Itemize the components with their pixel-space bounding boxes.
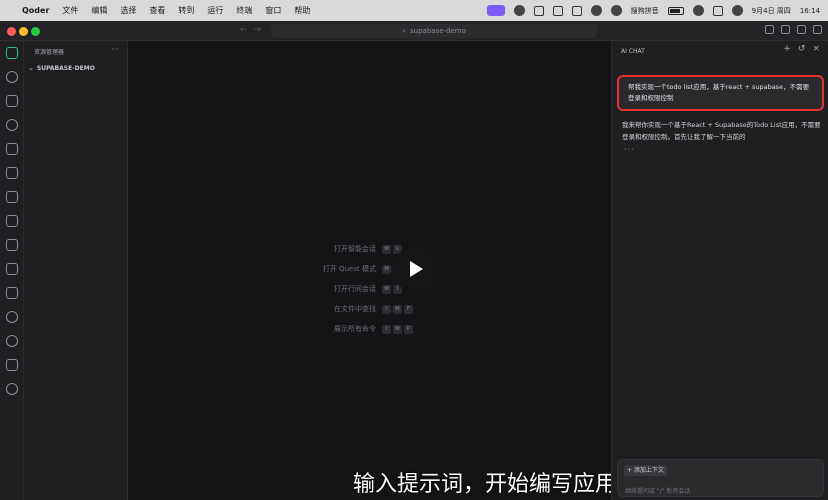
macos-menubar: Qoder 文件 编辑 选择 查看 转到 运行 终端 窗口 帮助 搜狗拼音 9月… <box>0 0 828 21</box>
assistant-message: 我来帮你实现一个基于React + Supabase的Todo List应用，不… <box>622 121 821 141</box>
key-cap: ⌘ <box>393 304 402 314</box>
editor-area: 打开智能会话 ⌘ L 打开 Quest 模式 ⌘ E 打开行间会话 ⌘ I 在文… <box>128 41 617 500</box>
status-app-icon[interactable] <box>571 5 582 16</box>
shortcut-label: 打开智能会话 <box>334 245 376 253</box>
menu-selection[interactable]: 选择 <box>120 5 136 16</box>
extensions-cube-icon[interactable] <box>6 143 18 155</box>
flask-icon[interactable] <box>6 239 18 251</box>
status-area: 搜狗拼音 9月4日 周四 16:14 <box>486 0 820 21</box>
wifi-icon[interactable] <box>692 5 704 16</box>
control-center-icon[interactable] <box>712 5 723 16</box>
add-context-button[interactable]: + 添加上下文 <box>624 465 667 476</box>
remote-icon[interactable] <box>6 215 18 227</box>
key-cap: ⌘ <box>382 244 391 254</box>
shortcut-label: 在文件中查找 <box>334 305 376 313</box>
shortcut-row[interactable]: 在文件中查找 ⇧ ⌘ F <box>313 299 413 319</box>
hexagon-icon[interactable] <box>6 383 18 395</box>
battery-icon[interactable] <box>667 6 684 15</box>
minimize-window-button[interactable] <box>19 27 28 36</box>
chat-header: AI CHAT + ↺ × <box>612 41 828 61</box>
explorer-sidebar: 资源管理器 ··· ⌄ SUPABASE-DEMO <box>24 41 128 500</box>
menu-help[interactable]: 帮助 <box>294 5 310 16</box>
sync-icon[interactable] <box>6 335 18 347</box>
explorer-header: 资源管理器 ··· <box>24 41 127 61</box>
shortcut-label: 展示所有命令 <box>334 325 376 333</box>
close-icon[interactable]: × <box>812 44 820 54</box>
status-app-icon[interactable] <box>513 5 525 16</box>
date-label[interactable]: 9月4日 周四 <box>752 6 791 16</box>
chat-actions: + ↺ × <box>783 44 820 54</box>
new-chat-icon[interactable]: + <box>783 44 791 54</box>
status-app-icon[interactable] <box>610 5 622 16</box>
folder-icon[interactable] <box>6 287 18 299</box>
chat-title: AI CHAT <box>621 47 645 55</box>
nav-arrows[interactable]: ←→ <box>240 25 267 35</box>
toggle-secondary-sidebar-icon[interactable] <box>797 25 806 34</box>
compass-icon[interactable] <box>6 119 18 131</box>
shortcut-label: 打开 Quest 模式 <box>322 265 376 273</box>
menu-run[interactable]: 运行 <box>207 5 223 16</box>
explorer-title: 资源管理器 <box>34 48 65 56</box>
activity-bar <box>0 41 24 500</box>
layout-controls <box>765 25 822 34</box>
root-folder-label: SUPABASE-DEMO <box>36 64 95 72</box>
key-cap: ⇧ <box>382 324 391 334</box>
command-center-label: supabase-demo <box>410 27 466 35</box>
status-app-icon[interactable] <box>590 5 602 16</box>
siri-icon[interactable] <box>731 5 743 16</box>
key-cap: ⌘ <box>382 264 391 274</box>
recording-icon[interactable] <box>486 5 505 16</box>
ai-chat-panel: AI CHAT + ↺ × 帮我实现一个todo list应用，基于react … <box>611 41 828 500</box>
source-control-icon[interactable] <box>6 95 18 107</box>
zoom-window-button[interactable] <box>31 27 40 36</box>
explorer-icon[interactable] <box>6 47 18 59</box>
menu-terminal[interactable]: 终端 <box>236 5 252 16</box>
user-message: 帮我实现一个todo list应用，基于react + supabase，不需要… <box>617 75 824 111</box>
root-folder-row[interactable]: ⌄ SUPABASE-DEMO <box>24 61 127 75</box>
menu-edit[interactable]: 编辑 <box>91 5 107 16</box>
shortcut-label: 打开行间会话 <box>334 285 376 293</box>
layers-icon[interactable] <box>6 263 18 275</box>
chat-input-placeholder[interactable]: 继续提问或 "/" 新开会话 <box>625 486 690 495</box>
play-icon <box>410 261 423 277</box>
key-cap: ⌘ <box>393 324 402 334</box>
shortcut-row[interactable]: 展示所有命令 ⇧ ⌘ P <box>313 319 413 339</box>
git-icon[interactable] <box>6 311 18 323</box>
chat-input-box[interactable]: + 添加上下文 继续提问或 "/" 新开会话 <box>617 459 824 497</box>
run-debug-icon[interactable] <box>6 167 18 179</box>
key-cap: ⌘ <box>382 284 391 294</box>
key-cap: F <box>404 304 413 314</box>
menu-go[interactable]: 转到 <box>178 5 194 16</box>
menu-file[interactable]: 文件 <box>62 5 78 16</box>
window-titlebar: ←→ ⌕ supabase-demo <box>0 21 828 41</box>
command-center-search[interactable]: ⌕ supabase-demo <box>271 24 597 38</box>
video-play-button[interactable] <box>392 246 438 292</box>
history-icon[interactable]: ↺ <box>798 44 806 54</box>
menu-window[interactable]: 窗口 <box>265 5 281 16</box>
customize-layout-icon[interactable] <box>813 25 822 34</box>
search-icon[interactable] <box>6 71 18 83</box>
puzzle-icon[interactable] <box>6 359 18 371</box>
close-window-button[interactable] <box>7 27 16 36</box>
menu-view[interactable]: 查看 <box>149 5 165 16</box>
search-icon: ⌕ <box>402 26 407 35</box>
status-app-icon[interactable] <box>552 5 563 16</box>
typing-indicator: ··· <box>624 145 635 154</box>
status-app-icon[interactable] <box>533 5 544 16</box>
app-menu[interactable]: Qoder <box>22 6 49 15</box>
toggle-sidebar-icon[interactable] <box>765 25 774 34</box>
toggle-panel-icon[interactable] <box>781 25 790 34</box>
more-actions-icon[interactable]: ··· <box>111 45 119 54</box>
key-cap: ⇧ <box>382 304 391 314</box>
key-cap: P <box>404 324 413 334</box>
chevron-down-icon: ⌄ <box>28 64 34 72</box>
time-label[interactable]: 16:14 <box>800 7 820 15</box>
input-method[interactable]: 搜狗拼音 <box>631 6 659 16</box>
grid-icon[interactable] <box>6 191 18 203</box>
